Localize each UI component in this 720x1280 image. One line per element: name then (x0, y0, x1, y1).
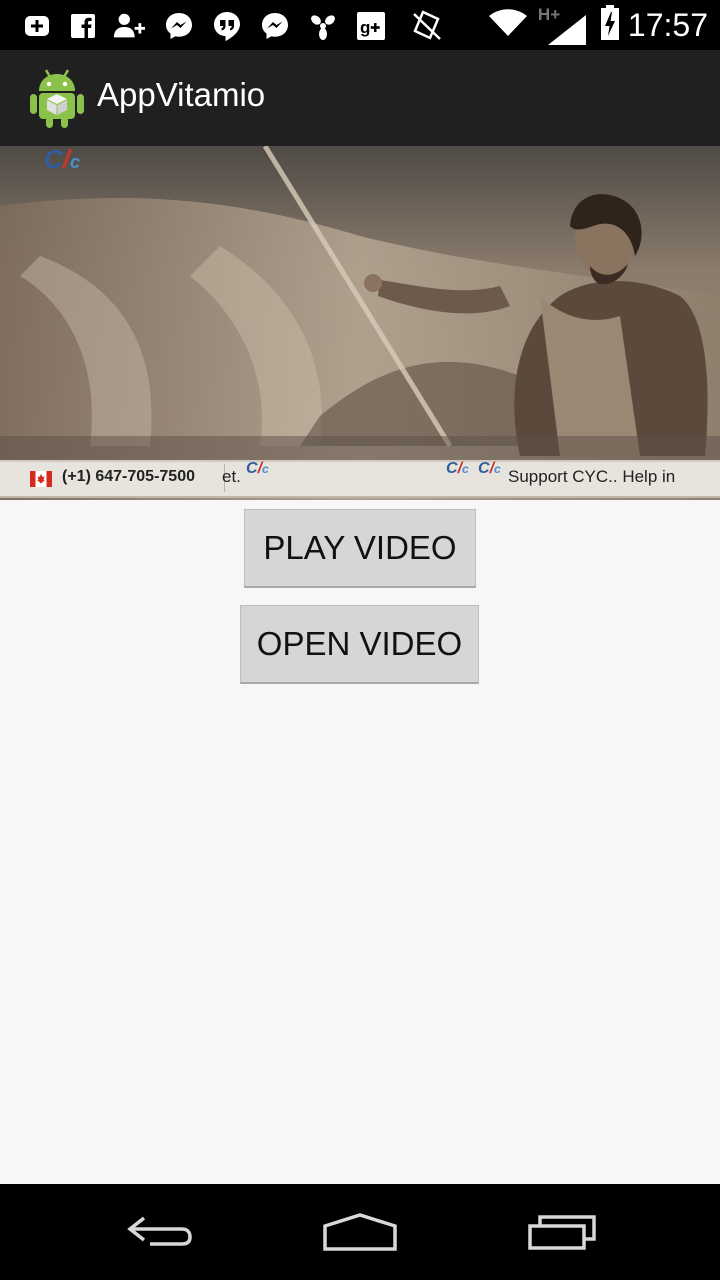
messenger-icon (162, 9, 196, 43)
signal-icon: H+ (536, 5, 590, 45)
android-app-icon (28, 66, 86, 130)
video-player[interactable]: C/c (+1) 647-705-7500 et. C/c C/c C/c Su… (0, 146, 720, 500)
google-plus-icon: g (354, 9, 388, 43)
hangouts-icon (210, 9, 244, 43)
action-bar: AppVitamio (0, 50, 720, 146)
status-bar: g H+ 17:57 (0, 0, 720, 50)
navigation-bar (0, 1184, 720, 1280)
cyc-logo: C/c (478, 460, 501, 477)
facebook-icon (66, 9, 100, 43)
news-ticker: (+1) 647-705-7500 et. C/c C/c C/c Suppor… (0, 460, 720, 498)
add-contact-icon (112, 9, 146, 43)
recent-apps-icon[interactable] (507, 1202, 617, 1262)
back-icon[interactable] (105, 1202, 215, 1262)
clock: 17:57 (627, 6, 708, 43)
video-frame (0, 146, 720, 500)
app-title: AppVitamio (97, 76, 266, 113)
ticker-text: Support CYC.. Help in (508, 467, 676, 486)
wifi-icon (488, 8, 528, 42)
pinwheel-icon (306, 9, 340, 43)
notification-add-icon (20, 9, 54, 43)
open-video-button[interactable]: OPEN VIDEO (240, 605, 479, 684)
svg-text:g: g (360, 18, 370, 37)
home-icon[interactable] (305, 1202, 415, 1262)
cyc-logo: C/c (246, 460, 269, 477)
ticker-phone: (+1) 647-705-7500 (62, 468, 195, 485)
cyc-logo: C/c (446, 460, 469, 477)
play-video-button[interactable]: PLAY VIDEO (244, 509, 476, 588)
canada-flag-icon (30, 471, 52, 487)
ticker-fragment: et. (222, 467, 241, 486)
battery-charging-icon (600, 5, 620, 45)
cyc-logo: C/c (44, 146, 81, 174)
no-sim-icon (410, 9, 444, 43)
messenger-icon (258, 9, 292, 43)
